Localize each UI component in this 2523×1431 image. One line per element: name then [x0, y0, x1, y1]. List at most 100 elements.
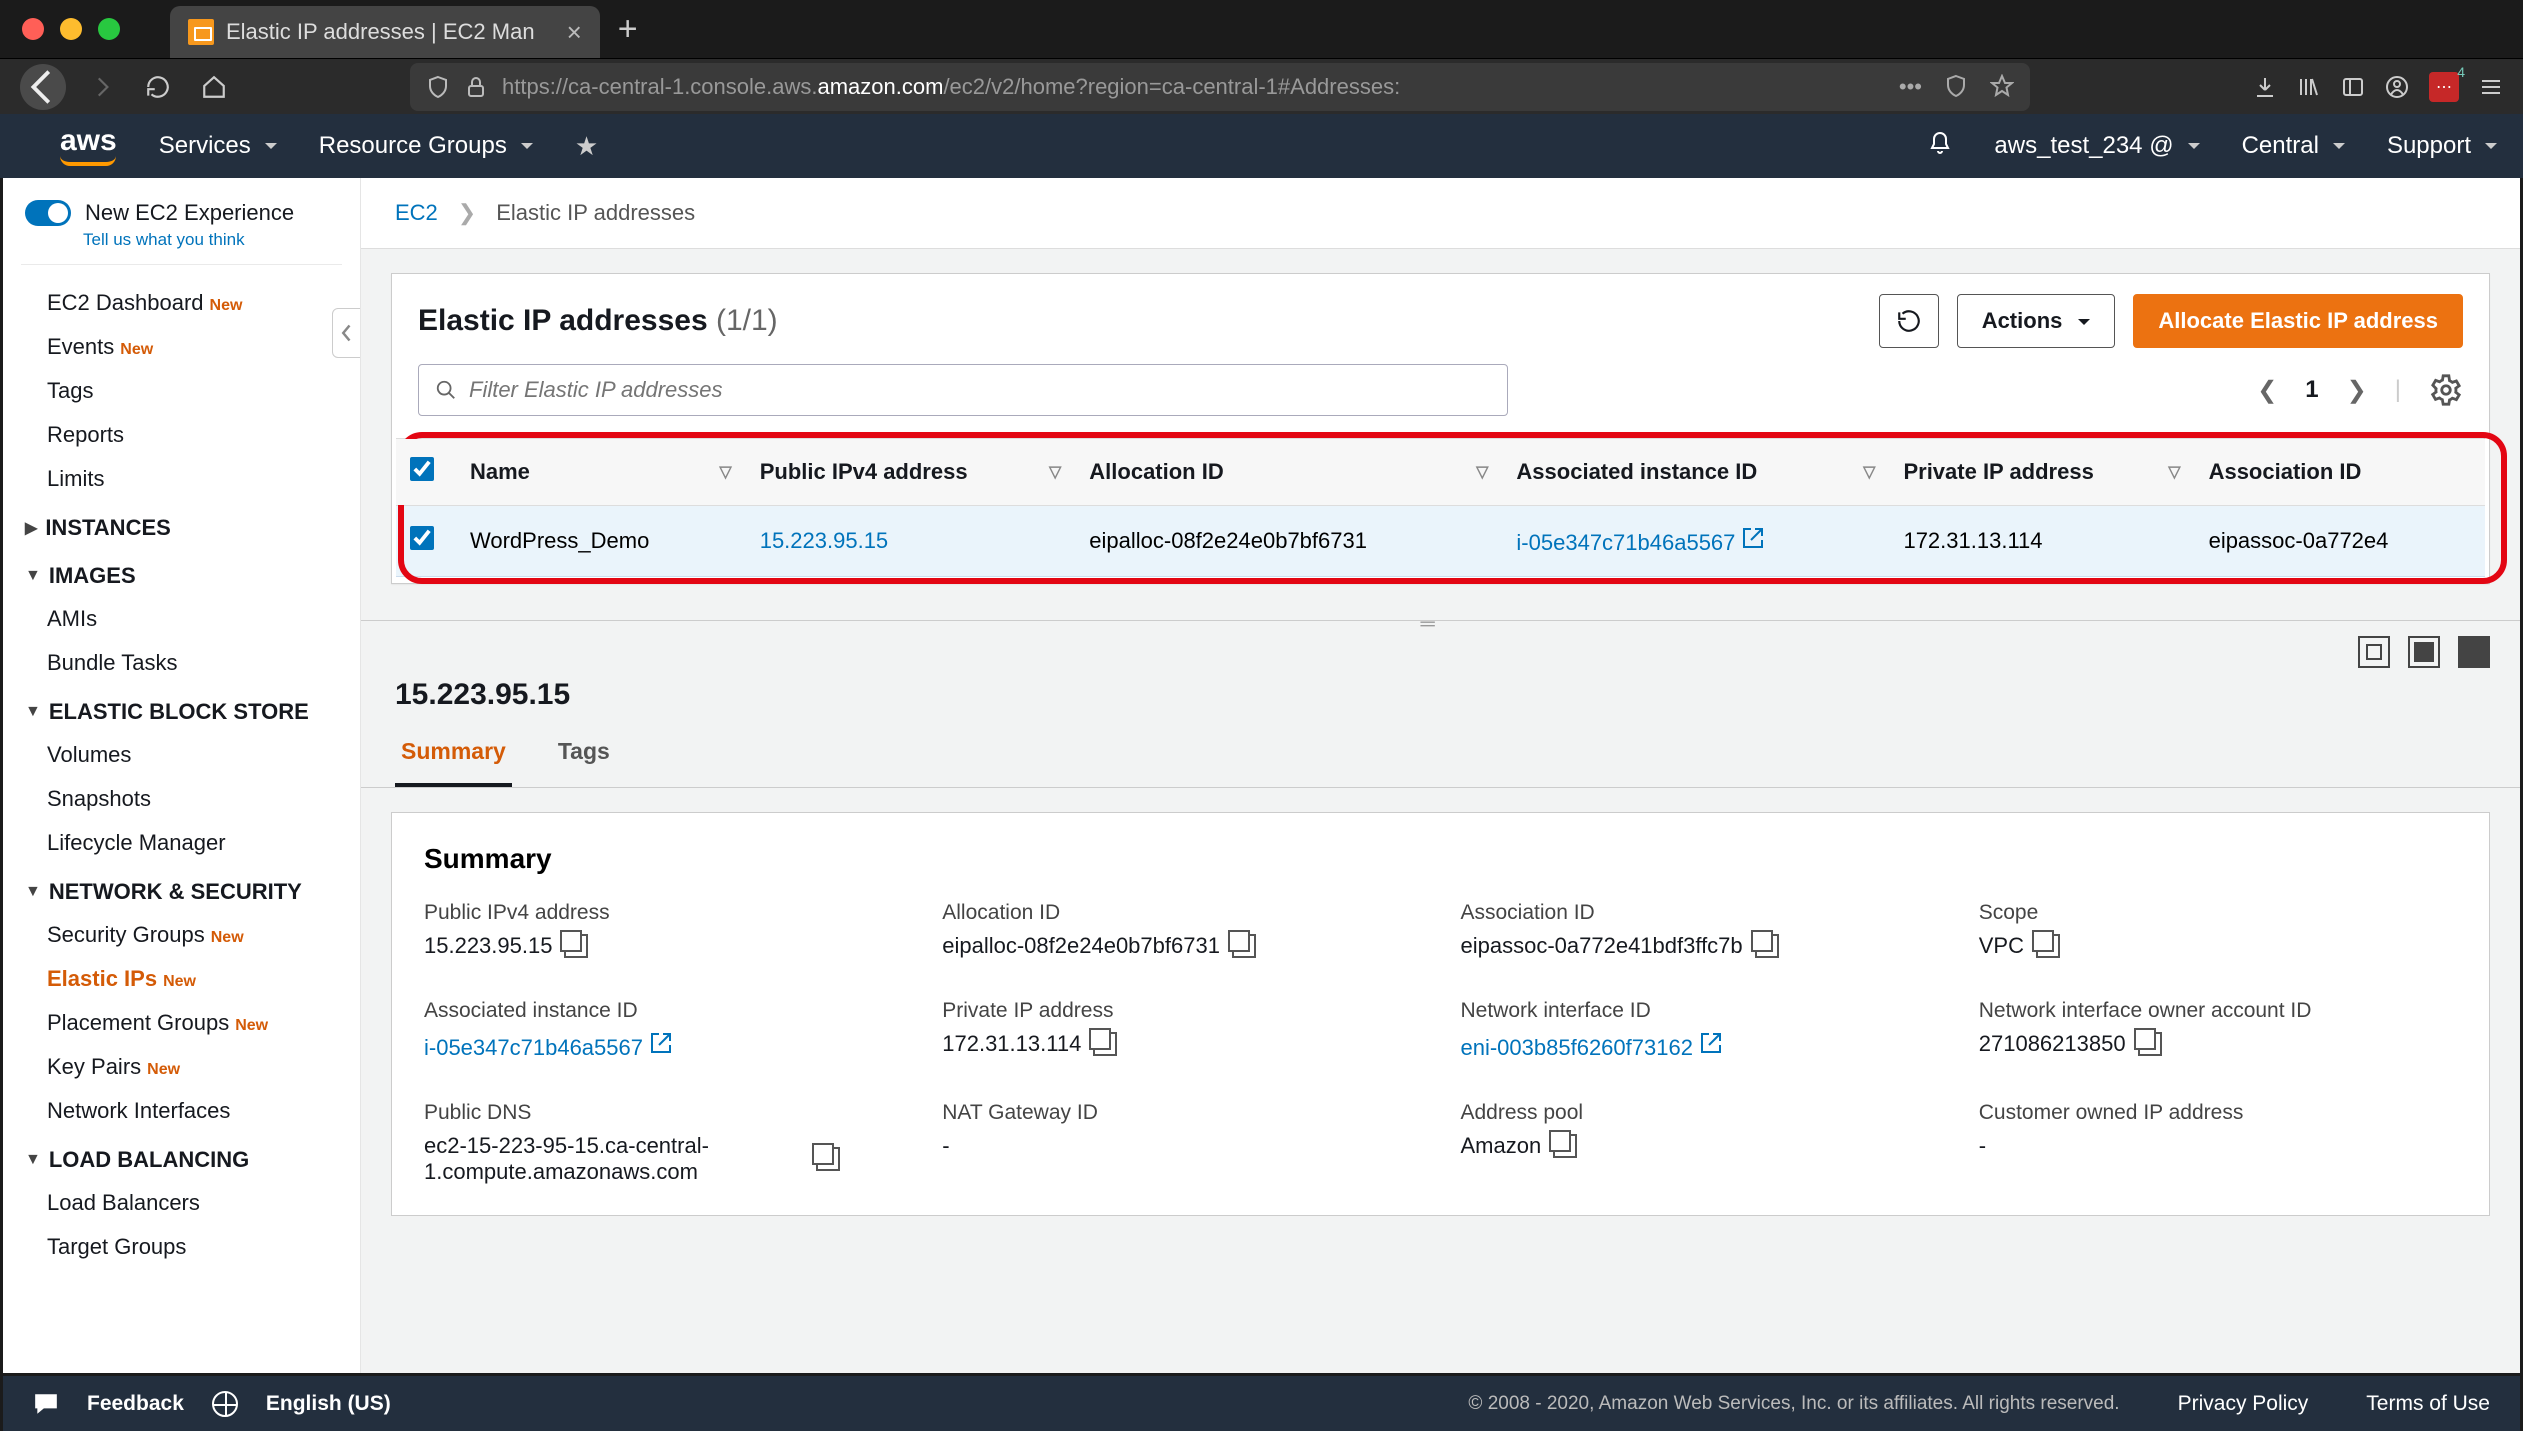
home-button[interactable] [194, 67, 234, 107]
notifications-bell-icon[interactable] [1928, 131, 1952, 162]
sidebar-item-security-groups[interactable]: Security GroupsNew [3, 913, 360, 957]
sidebar-item-tags[interactable]: Tags [3, 369, 360, 413]
hamburger-menu-icon[interactable] [2479, 75, 2503, 99]
sidebar-item-target-groups[interactable]: Target Groups [3, 1225, 360, 1269]
account-icon[interactable] [2385, 75, 2409, 99]
aws-logo[interactable]: aws [60, 126, 117, 166]
nav-services[interactable]: Services [159, 132, 277, 160]
col-association-id[interactable]: Association ID [2195, 439, 2485, 506]
copy-icon[interactable] [1093, 1032, 1117, 1056]
bookmark-star-icon[interactable] [1990, 74, 2014, 98]
nav-resource-groups[interactable]: Resource Groups [319, 132, 533, 160]
nav-account[interactable]: aws_test_234 @ [1994, 132, 2199, 160]
view-mode-bottom-icon[interactable] [2408, 636, 2440, 668]
instance-link[interactable]: i-05e347c71b46a5567 [424, 1031, 673, 1061]
pin-star-icon[interactable]: ★ [575, 131, 598, 162]
feedback-link[interactable]: Feedback [87, 1392, 184, 1416]
tab-title: Elastic IP addresses | EC2 Man [226, 19, 535, 45]
reload-button[interactable] [138, 67, 178, 107]
cell-instance-link[interactable]: i-05e347c71b46a5567 [1516, 530, 1765, 555]
copy-icon[interactable] [564, 934, 588, 958]
meatballs-icon[interactable]: ••• [1899, 74, 1922, 100]
filter-input[interactable] [418, 364, 1508, 416]
sidebar-section-load-balancing[interactable]: ▼LOAD BALANCING [3, 1133, 360, 1181]
sidebar-item-load-balancers[interactable]: Load Balancers [3, 1181, 360, 1225]
next-page-button[interactable]: ❯ [2347, 376, 2367, 405]
sidebar-item-events[interactable]: EventsNew [3, 325, 360, 369]
sidebar-item-reports[interactable]: Reports [3, 413, 360, 457]
sidebar-item-elastic-ips[interactable]: Elastic IPsNew [3, 957, 360, 1001]
new-experience-feedback-link[interactable]: Tell us what you think [3, 230, 360, 250]
table-row[interactable]: WordPress_Demo 15.223.95.15 eipalloc-08f… [396, 506, 2485, 577]
sidebar-item-amis[interactable]: AMIs [3, 597, 360, 641]
extension-badge[interactable]: ⋯4 [2429, 72, 2459, 102]
view-mode-full-icon[interactable] [2458, 636, 2490, 668]
filter-input-field[interactable] [469, 377, 1491, 403]
maximize-window-icon[interactable] [98, 18, 120, 40]
allocate-eip-button[interactable]: Allocate Elastic IP address [2133, 294, 2463, 348]
prev-page-button[interactable]: ❮ [2257, 376, 2277, 405]
col-name[interactable]: Name▽ [456, 439, 746, 506]
privacy-policy-link[interactable]: Privacy Policy [2178, 1392, 2309, 1416]
eni-link[interactable]: eni-003b85f6260f73162 [1461, 1031, 1724, 1061]
sidebar-item-network-interfaces[interactable]: Network Interfaces [3, 1089, 360, 1133]
sidebar-item-bundle-tasks[interactable]: Bundle Tasks [3, 641, 360, 685]
sidebar-item-dashboard[interactable]: EC2 DashboardNew [3, 281, 360, 325]
address-bar[interactable]: https://ca-central-1.console.aws.amazon.… [410, 63, 2030, 111]
breadcrumb-ec2[interactable]: EC2 [395, 200, 438, 226]
sidebar-section-instances[interactable]: ▶INSTANCES [3, 501, 360, 549]
tab-summary[interactable]: Summary [395, 720, 512, 787]
ec2-sidebar: New EC2 Experience Tell us what you thin… [3, 178, 361, 1373]
copy-icon[interactable] [1232, 934, 1256, 958]
row-checkbox[interactable] [410, 526, 434, 550]
sidebar-item-limits[interactable]: Limits [3, 457, 360, 501]
language-selector[interactable]: English (US) [266, 1392, 391, 1416]
new-experience-toggle[interactable] [25, 200, 71, 226]
refresh-button[interactable] [1879, 294, 1939, 348]
sidebar-item-snapshots[interactable]: Snapshots [3, 777, 360, 821]
collapse-sidebar-button[interactable] [332, 308, 361, 358]
library-icon[interactable] [2297, 75, 2321, 99]
settings-gear-icon[interactable] [2429, 373, 2463, 407]
close-tab-icon[interactable]: × [567, 17, 582, 48]
reader-shield-icon[interactable] [1944, 74, 1968, 98]
nav-support[interactable]: Support [2387, 132, 2497, 160]
col-private-ip[interactable]: Private IP address▽ [1889, 439, 2194, 506]
sidebar-section-images[interactable]: ▼IMAGES [3, 549, 360, 597]
copy-icon[interactable] [2036, 934, 2060, 958]
tab-strip: Elastic IP addresses | EC2 Man × + [0, 0, 2523, 58]
actions-dropdown-button[interactable]: Actions [1957, 294, 2116, 348]
breadcrumb: EC2 ❯ Elastic IP addresses [361, 178, 2520, 249]
col-instance-id[interactable]: Associated instance ID▽ [1502, 439, 1889, 506]
sidebar-toggle-icon[interactable] [2341, 75, 2365, 99]
new-tab-button[interactable]: + [618, 10, 638, 49]
copy-icon[interactable] [816, 1147, 840, 1171]
col-allocation-id[interactable]: Allocation ID▽ [1075, 439, 1502, 506]
browser-tab[interactable]: Elastic IP addresses | EC2 Man × [170, 6, 600, 58]
download-icon[interactable] [2253, 75, 2277, 99]
tab-tags[interactable]: Tags [552, 720, 616, 787]
sidebar-item-lifecycle[interactable]: Lifecycle Manager [3, 821, 360, 865]
copy-icon[interactable] [1553, 1134, 1577, 1158]
back-button[interactable] [20, 64, 66, 110]
minimize-window-icon[interactable] [60, 18, 82, 40]
terms-of-use-link[interactable]: Terms of Use [2366, 1392, 2490, 1416]
close-window-icon[interactable] [22, 18, 44, 40]
sidebar-item-key-pairs[interactable]: Key PairsNew [3, 1045, 360, 1089]
sidebar-section-ebs[interactable]: ▼ELASTIC BLOCK STORE [3, 685, 360, 733]
external-link-icon [1699, 1031, 1723, 1055]
window-controls[interactable] [22, 18, 120, 40]
forward-button [82, 67, 122, 107]
copy-icon[interactable] [1755, 934, 1779, 958]
copy-icon[interactable] [2138, 1032, 2162, 1056]
sidebar-item-placement-groups[interactable]: Placement GroupsNew [3, 1001, 360, 1045]
split-handle[interactable]: ═ [361, 620, 2520, 624]
sidebar-item-volumes[interactable]: Volumes [3, 733, 360, 777]
cell-public-ip-link[interactable]: 15.223.95.15 [760, 528, 888, 553]
globe-icon [212, 1391, 238, 1417]
view-mode-split-icon[interactable] [2358, 636, 2390, 668]
col-public-ip[interactable]: Public IPv4 address▽ [746, 439, 1076, 506]
select-all-checkbox[interactable] [410, 457, 434, 481]
nav-region[interactable]: Central [2242, 132, 2345, 160]
sidebar-section-network[interactable]: ▼NETWORK & SECURITY [3, 865, 360, 913]
